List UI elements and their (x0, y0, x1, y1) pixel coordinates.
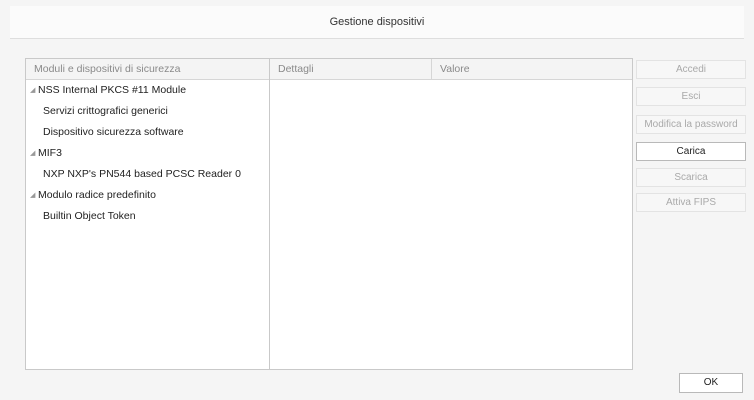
modifica-password-button[interactable]: Modifica la password (636, 115, 746, 134)
tree-item-software-security-device[interactable]: Dispositivo sicurezza software (26, 122, 269, 143)
attiva-fips-button[interactable]: Attiva FIPS (636, 193, 746, 212)
window-titlebar: Gestione dispositivi (10, 6, 744, 39)
tree-header[interactable]: Moduli e dispositivi di sicurezza (26, 59, 269, 80)
collapse-triangle-icon[interactable]: ◢ (30, 143, 38, 164)
tree-item-label: Builtin Object Token (43, 210, 136, 222)
tree-item-label: Modulo radice predefinito (38, 189, 156, 201)
tree-item-builtin-object-token[interactable]: Builtin Object Token (26, 206, 269, 227)
details-table[interactable]: Dettagli Valore (270, 59, 632, 369)
ok-button[interactable]: OK (679, 373, 743, 393)
tree-item-generic-crypto-services[interactable]: Servizi crittografici generici (26, 101, 269, 122)
details-header: Dettagli Valore (270, 59, 632, 80)
esci-button[interactable]: Esci (636, 87, 746, 106)
carica-button[interactable]: Carica (636, 142, 746, 161)
tree-item-label: Servizi crittografici generici (43, 105, 168, 117)
tree-item-mif3-module[interactable]: ◢ MIF3 (26, 143, 269, 164)
window-title: Gestione dispositivi (329, 16, 425, 28)
tree-item-builtin-root-module[interactable]: ◢ Modulo radice predefinito (26, 185, 269, 206)
accedi-button[interactable]: Accedi (636, 60, 746, 79)
tree-item-nss-internal-module[interactable]: ◢ NSS Internal PKCS #11 Module (26, 80, 269, 101)
devices-panel: Moduli e dispositivi di sicurezza ◢ NSS I… (25, 58, 633, 370)
collapse-triangle-icon[interactable]: ◢ (30, 80, 38, 101)
scarica-button[interactable]: Scarica (636, 168, 746, 187)
collapse-triangle-icon[interactable]: ◢ (30, 185, 38, 206)
tree-item-label: NSS Internal PKCS #11 Module (38, 84, 187, 96)
column-header-dettagli[interactable]: Dettagli (270, 59, 432, 79)
column-header-valore[interactable]: Valore (432, 59, 470, 79)
tree-item-label: MIF3 (38, 147, 62, 159)
tree-item-label: Dispositivo sicurezza software (43, 126, 184, 138)
tree-item-label: NXP NXP's PN544 based PCSC Reader 0 (43, 168, 241, 180)
tree-item-nxp-pcsc-reader[interactable]: NXP NXP's PN544 based PCSC Reader 0 (26, 164, 269, 185)
security-modules-tree[interactable]: Moduli e dispositivi di sicurezza ◢ NSS I… (26, 59, 270, 369)
